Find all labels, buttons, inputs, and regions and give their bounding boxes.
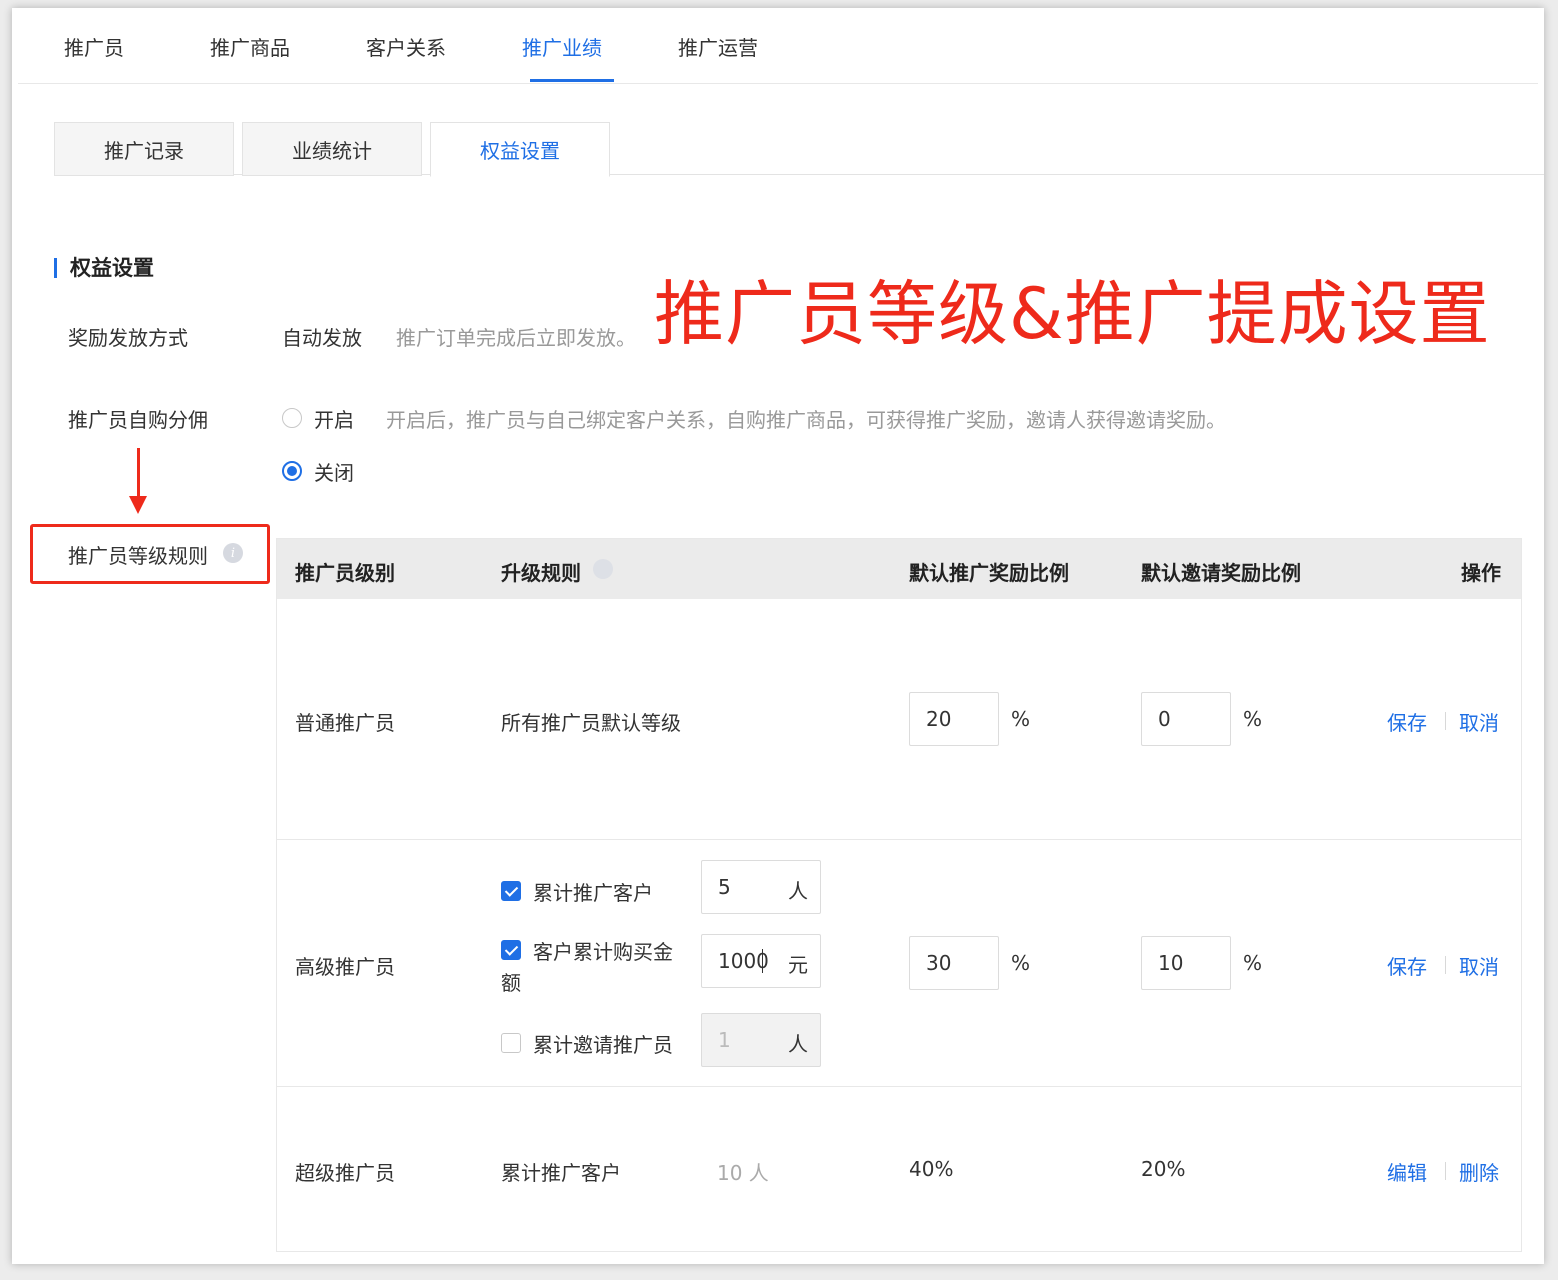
row1-level: 普通推广员 — [295, 711, 395, 735]
app-window: 推广员 推广商品 客户关系 推广业绩 推广运营 推广记录 业绩统计 权益设置 权… — [12, 8, 1544, 1264]
text-caret — [762, 949, 763, 973]
row1-save-button[interactable]: 保存 — [1387, 707, 1427, 736]
cond3-checkbox[interactable] — [501, 1033, 521, 1053]
row2-promo-percent: % — [1011, 951, 1031, 975]
annotation-arrow — [137, 448, 140, 500]
tab-promotion-performance[interactable]: 推广业绩 — [522, 32, 602, 61]
row2-invite-ratio-value: 10 — [1158, 951, 1184, 975]
row1-invite-ratio-value: 0 — [1158, 707, 1171, 731]
active-tab-indicator — [530, 79, 614, 82]
row2-promo-ratio-input[interactable]: 30 — [909, 936, 999, 990]
cond1-value: 5 — [718, 875, 731, 899]
radio-enable[interactable] — [282, 408, 302, 428]
rule-info-icon[interactable] — [593, 559, 613, 579]
row3-promo-ratio: 40% — [909, 1157, 954, 1181]
tab-customer-relations[interactable]: 客户关系 — [366, 32, 446, 61]
row3-delete-button[interactable]: 删除 — [1459, 1157, 1499, 1186]
row-divider — [277, 1086, 1521, 1087]
level-table: 推广员级别 升级规则 默认推广奖励比例 默认邀请奖励比例 操作 普通推广员 所有… — [276, 538, 1522, 1252]
section-accent-bar — [54, 258, 57, 278]
row3-level: 超级推广员 — [295, 1161, 395, 1185]
row2-action-divider — [1445, 956, 1446, 974]
top-tab-bar: 推广员 推广商品 客户关系 推广业绩 推广运营 — [18, 8, 1538, 84]
cond1-input[interactable]: 5 人 — [701, 860, 821, 914]
row1-invite-ratio-input[interactable]: 0 — [1141, 692, 1231, 746]
tab-promoted-products[interactable]: 推广商品 — [210, 32, 290, 61]
row3-invite-ratio: 20% — [1141, 1157, 1186, 1181]
cond2-checkbox[interactable] — [501, 940, 521, 960]
level-rules-label: 推广员等级规则 — [68, 544, 208, 568]
annotation-headline: 推广员等级&推广提成设置 — [654, 273, 1491, 355]
table-header: 推广员级别 升级规则 默认推广奖励比例 默认邀请奖励比例 操作 — [277, 539, 1521, 599]
subtab-performance-stats[interactable]: 业绩统计 — [242, 122, 422, 176]
cond3-input[interactable]: 1 人 — [701, 1013, 821, 1067]
cond2-input[interactable]: 1000 元 — [701, 934, 821, 988]
cond1-checkbox[interactable] — [501, 881, 521, 901]
header-action: 操作 — [1461, 561, 1501, 585]
row1-promo-ratio-value: 20 — [926, 707, 952, 731]
row2-cancel-button[interactable]: 取消 — [1459, 951, 1499, 980]
row3-rule-value: 10 人 — [717, 1161, 769, 1185]
self-purchase-hint: 开启后，推广员与自己绑定客户关系，自购推广商品，可获得推广奖励，邀请人获得邀请奖… — [386, 408, 1226, 432]
cond3-unit: 人 — [788, 1032, 808, 1056]
row1-cancel-button[interactable]: 取消 — [1459, 707, 1499, 736]
header-invite-ratio: 默认邀请奖励比例 — [1141, 561, 1301, 585]
cond2-label-wrap: 额 — [501, 971, 521, 995]
annotation-arrow-head — [129, 496, 147, 514]
row3-rule: 累计推广客户 — [501, 1161, 621, 1185]
cond3-label: 累计邀请推广员 — [533, 1033, 673, 1057]
row2-invite-ratio-input[interactable]: 10 — [1141, 936, 1231, 990]
row1-promo-ratio-input[interactable]: 20 — [909, 692, 999, 746]
radio-disable-label[interactable]: 关闭 — [314, 457, 354, 486]
subtab-benefit-settings[interactable]: 权益设置 — [430, 122, 610, 177]
cond2-label: 客户累计购买金 — [533, 940, 673, 964]
row1-promo-percent: % — [1011, 707, 1031, 731]
row-divider — [277, 839, 1521, 840]
header-promo-ratio: 默认推广奖励比例 — [909, 561, 1069, 585]
tab-promoters[interactable]: 推广员 — [64, 32, 124, 61]
self-purchase-label: 推广员自购分佣 — [68, 408, 208, 432]
header-level: 推广员级别 — [295, 561, 395, 585]
radio-enable-label[interactable]: 开启 — [314, 404, 354, 433]
tab-promotion-operations[interactable]: 推广运营 — [678, 32, 758, 61]
header-rule: 升级规则 — [501, 561, 581, 585]
subtab-promotion-records[interactable]: 推广记录 — [54, 122, 234, 176]
cond1-label: 累计推广客户 — [533, 881, 653, 905]
radio-disable[interactable] — [282, 461, 302, 481]
reward-method-hint: 推广订单完成后立即发放。 — [396, 326, 636, 350]
row2-level: 高级推广员 — [295, 955, 395, 979]
cond2-unit: 元 — [788, 953, 808, 977]
cond3-value: 1 — [718, 1028, 731, 1052]
row3-action-divider — [1445, 1162, 1446, 1180]
cond1-unit: 人 — [788, 879, 808, 903]
row1-action-divider — [1445, 712, 1446, 730]
row2-save-button[interactable]: 保存 — [1387, 951, 1427, 980]
section-title: 权益设置 — [70, 256, 154, 280]
reward-method-value: 自动发放 — [282, 326, 362, 350]
reward-method-label: 奖励发放方式 — [68, 326, 188, 350]
row1-rule: 所有推广员默认等级 — [501, 711, 681, 735]
row2-promo-ratio-value: 30 — [926, 951, 952, 975]
row1-invite-percent: % — [1243, 707, 1263, 731]
info-icon[interactable]: i — [223, 543, 243, 563]
row2-invite-percent: % — [1243, 951, 1263, 975]
row3-edit-button[interactable]: 编辑 — [1387, 1157, 1427, 1186]
